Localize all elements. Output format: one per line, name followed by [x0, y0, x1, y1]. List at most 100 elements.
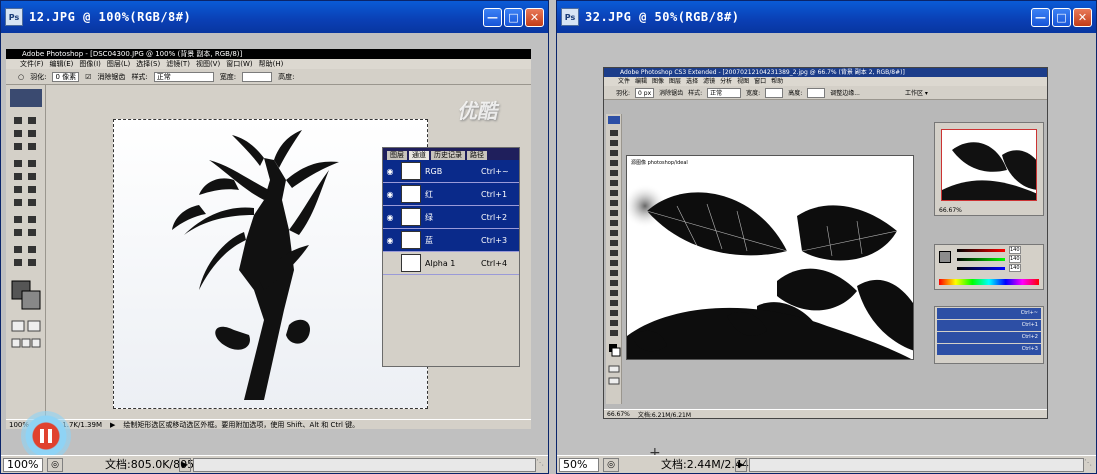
minimize-button[interactable]: — — [483, 7, 502, 27]
inner-title: Adobe Photoshop CS3 Extended - [20070212… — [604, 68, 1047, 77]
inner-hint: 绘制矩形选区或移动选区外框。要用附加选项，使用 Shift、Alt 和 Ctrl… — [123, 420, 360, 429]
maximize-button[interactable]: □ — [1052, 7, 1071, 27]
eye-icon[interactable]: ◉ — [383, 167, 397, 176]
left-document-canvas[interactable] — [113, 119, 428, 409]
menu-item: 编辑 — [635, 78, 648, 85]
color-ramp — [939, 279, 1039, 285]
zoom-level[interactable]: 50% — [559, 457, 599, 472]
status-menu-arrow-icon[interactable]: ▶ — [735, 457, 747, 472]
height-label: 高度: — [278, 72, 295, 81]
menu-item: 编辑(E) — [49, 60, 74, 68]
photoshop-icon: Ps — [5, 8, 23, 26]
eye-icon[interactable]: ◉ — [383, 190, 397, 199]
channel-name: 红 — [425, 189, 433, 199]
close-button[interactable]: ✕ — [525, 7, 544, 27]
channel-row-blue[interactable]: ◉ 蓝 Ctrl+3 — [383, 229, 519, 252]
tab-layers[interactable]: 图层 — [387, 151, 407, 160]
toolbox-icons — [608, 116, 621, 385]
pause-icon — [40, 429, 44, 443]
watermark-logo: 优酷 — [456, 99, 502, 123]
minimize-button[interactable]: — — [1031, 7, 1050, 27]
left-status-bar: 100% ◎ 文档:805.0K/805.0K ▶ ⋱ — [1, 455, 548, 473]
menu-item: 分析 — [720, 78, 733, 85]
resize-grip-icon[interactable]: ⋱ — [536, 458, 548, 472]
menu-item: 滤镜(T) — [166, 60, 190, 68]
menu-item: 选择 — [686, 78, 699, 85]
inner-toolbox — [606, 114, 622, 404]
document-size: 文档:2.44M/2.44M — [661, 457, 759, 471]
navigator-icon[interactable]: ◎ — [47, 457, 63, 472]
channel-name: 绿 — [425, 212, 433, 222]
channel-thumbnail — [401, 208, 421, 226]
inner-status-bar: 66.67% 文档:6.21M/6.21M — [604, 409, 1047, 418]
leaf-branch-image: 源图像 photoshop/ideal — [627, 156, 913, 359]
channel-shortcut: Ctrl+2 — [481, 212, 508, 222]
green-slider — [957, 258, 1005, 261]
play-arrow-icon: ▶ — [110, 420, 116, 429]
tab-history[interactable]: 历史记录 — [431, 151, 465, 160]
menu-item: 图像(I) — [79, 60, 101, 68]
menu-item: 视图 — [737, 78, 750, 85]
inner-photoshop-screenshot: Adobe Photoshop - [DSC04300.JPG @ 100% (… — [6, 49, 531, 429]
channel-row-red: Ctrl+1 — [937, 320, 1041, 331]
inner-menu-bar: 文件(F) 编辑(E) 图像(I) 图层(L) 选择(S) 滤镜(T) 视图(V… — [6, 59, 531, 69]
zoom-level[interactable]: 100% — [3, 457, 43, 472]
width-field — [242, 71, 273, 82]
menu-item: 文件(F) — [20, 60, 44, 68]
channel-row-alpha[interactable]: Alpha 1 Ctrl+4 — [383, 252, 519, 275]
inner-options-bar: 羽化: 0 px 消除锯齿 样式: 正常 宽度: 高度: 调整边缘... 工作区… — [604, 86, 1047, 100]
channel-name: Alpha 1 — [425, 258, 456, 268]
left-window-titlebar[interactable]: Ps 12.JPG @ 100%(RGB/8#) — □ ✕ — [1, 1, 548, 33]
right-window-title: 32.JPG @ 50%(RGB/8#) — [585, 10, 740, 24]
inner-doc-size: 文档:6.21M/6.21M — [637, 411, 692, 419]
channel-row-rgb[interactable]: ◉ RGB Ctrl+~ — [383, 160, 519, 183]
right-document-window: Ps 32.JPG @ 50%(RGB/8#) — □ ✕ Adobe Phot… — [556, 0, 1097, 474]
pause-button[interactable] — [21, 411, 71, 455]
blue-value: 140 — [1009, 264, 1021, 272]
eye-icon[interactable]: ◉ — [383, 213, 397, 222]
channels-panel: 图层 通道 历史记录 路径 ◉ RGB Ctrl+~ ◉ 红 Ctrl+1 ◉ … — [382, 147, 520, 367]
document-size: 文档:805.0K/805.0K — [105, 457, 212, 471]
channel-row-green[interactable]: ◉ 绿 Ctrl+2 — [383, 206, 519, 229]
panel-tabs: 图层 通道 历史记录 路径 — [383, 148, 519, 160]
maximize-button[interactable]: □ — [504, 7, 523, 27]
inner-menu-bar: 文件 编辑 图像 图层 选择 滤镜 分析 视图 窗口 帮助 — [604, 77, 1047, 86]
channels-panel-mini: Ctrl+~ Ctrl+1 Ctrl+2 Ctrl+3 — [934, 306, 1044, 364]
width-field — [765, 87, 784, 98]
channel-name: 蓝 — [425, 235, 433, 245]
close-button[interactable]: ✕ — [1073, 7, 1092, 27]
left-window-title: 12.JPG @ 100%(RGB/8#) — [29, 10, 192, 24]
menu-item: 帮助(H) — [258, 60, 284, 68]
horizontal-scrollbar[interactable] — [749, 457, 1084, 472]
channel-thumbnail — [401, 231, 421, 249]
refine-edge-button: 调整边缘... — [830, 90, 860, 97]
antialias-label: 消除锯齿 — [659, 90, 684, 97]
menu-item: 文件 — [618, 78, 631, 85]
navigator-zoom: 66.67% — [939, 207, 962, 214]
photoshop-icon: Ps — [561, 8, 579, 26]
channel-row-red[interactable]: ◉ 红 Ctrl+1 — [383, 183, 519, 206]
workspace-menu: 工作区 ▾ — [904, 90, 928, 97]
menu-item: 图层 — [669, 78, 682, 85]
horizontal-scrollbar[interactable] — [193, 457, 536, 472]
status-menu-arrow-icon[interactable]: ▶ — [179, 457, 191, 472]
menu-item: 帮助 — [771, 78, 784, 85]
right-window-titlebar[interactable]: Ps 32.JPG @ 50%(RGB/8#) — □ ✕ — [557, 1, 1096, 33]
inner-status-bar: 100% 文档:611.7K/1.39M ▶ 绘制矩形选区或移动选区外框。要用附… — [6, 419, 531, 429]
marquee-icon: ○ — [18, 72, 25, 81]
menu-item: 视图(V) — [195, 60, 221, 68]
channel-row-rgb: Ctrl+~ — [937, 308, 1041, 319]
channel-row-green: Ctrl+2 — [937, 332, 1041, 343]
channel-row-blue: Ctrl+3 — [937, 344, 1041, 355]
resize-grip-icon[interactable]: ⋱ — [1084, 458, 1096, 472]
style-label: 样式: — [131, 72, 148, 81]
eye-icon[interactable]: ◉ — [383, 236, 397, 245]
navigator-icon[interactable]: ◎ — [603, 457, 619, 472]
antialias-label: 消除锯齿 — [97, 72, 126, 81]
right-document-canvas[interactable]: 源图像 photoshop/ideal — [626, 155, 914, 360]
inner-toolbox — [6, 85, 46, 419]
tab-channels[interactable]: 通道 — [409, 151, 429, 160]
inner-zoom: 66.67% — [607, 410, 630, 418]
height-field — [807, 87, 826, 98]
tab-paths[interactable]: 路径 — [467, 151, 487, 160]
